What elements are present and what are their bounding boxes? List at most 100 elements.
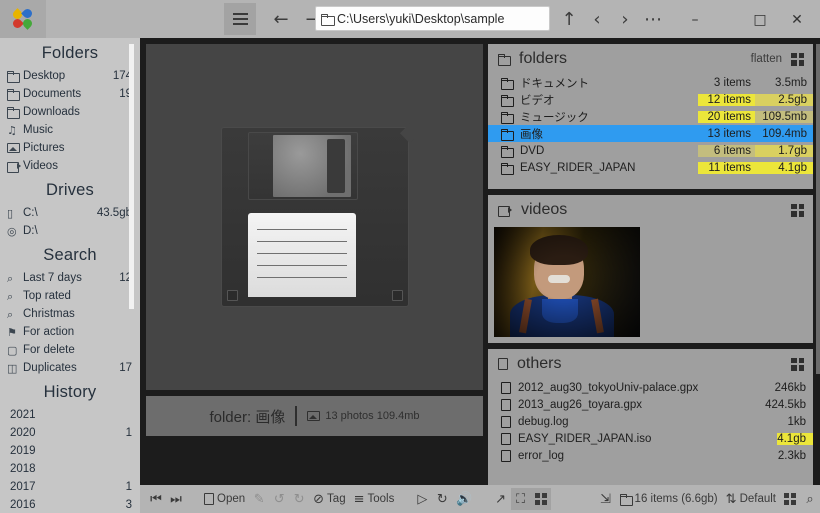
drive-icon: ▯ (7, 206, 14, 220)
play-button[interactable]: ▷ (412, 488, 432, 510)
pictures-icon (7, 143, 20, 153)
sidebar-folder-item[interactable]: Videos (0, 157, 140, 175)
folders-row-list: ドキュメント 3 items 3.5mb ビデオ 12 items 2.5gb ミュージック… (488, 74, 813, 176)
layout-grid-icon[interactable] (780, 488, 800, 510)
tag-label: Tag (327, 493, 346, 505)
sidebar-history-item[interactable]: 2020 1 (0, 424, 140, 442)
sidebar-search-item[interactable]: ⚑ For action (0, 323, 140, 341)
grid-view-icon[interactable] (530, 488, 551, 510)
back-button[interactable]: ← (268, 8, 294, 32)
sidebar-folder-item[interactable]: ♫ Music (0, 121, 140, 139)
sidebar-drive-item[interactable]: ◎ D:\ (0, 222, 140, 240)
table-row[interactable]: DVD 6 items 1.7gb (488, 142, 813, 159)
panel-folders-title: folders (519, 50, 568, 67)
table-row[interactable]: ドキュメント 3 items 3.5mb (488, 74, 813, 91)
sidebar-item-label: Music (23, 124, 54, 136)
tag-button[interactable]: ⊘ Tag (309, 488, 349, 510)
sidebar-history-item[interactable]: 2017 1 (0, 478, 140, 496)
file-icon (501, 398, 511, 411)
search-icon: ⌕ (7, 271, 14, 285)
expand-icon[interactable]: ↗ (491, 488, 511, 510)
sidebar-item-label: Downloads (23, 106, 80, 118)
open-button[interactable]: Open (200, 488, 249, 510)
sidebar-history-item[interactable]: 2018 (0, 460, 140, 478)
table-row[interactable]: ビデオ 12 items 2.5gb (488, 91, 813, 108)
sidebar-scrollbar[interactable] (129, 44, 134, 309)
pencil-icon[interactable]: ✎ (249, 488, 269, 510)
flag-icon: ⚑ (7, 325, 17, 339)
file-name: error_log (518, 449, 565, 462)
grid-view-icon[interactable] (791, 52, 804, 66)
list-item[interactable]: 2012_aug30_tokyoUniv-palace.gpx 246kb (488, 379, 813, 396)
grid-view-icon[interactable] (791, 203, 804, 217)
sidebar-search-item[interactable]: ⌕ Top rated (0, 287, 140, 305)
divider (295, 406, 298, 426)
flatten-button[interactable]: flatten (751, 53, 782, 65)
sidebar-item-label: Documents (23, 88, 82, 100)
grid-view-icon[interactable] (791, 357, 804, 371)
address-bar[interactable]: C:\Users\yuki\Desktop\sample (315, 6, 550, 31)
folder-icon (7, 71, 20, 83)
preview-pane[interactable] (146, 44, 483, 390)
sidebar-folder-item[interactable]: Downloads (0, 103, 140, 121)
sidebar-history-item[interactable]: 2019 (0, 442, 140, 460)
rotate-left-icon[interactable]: ↺ (269, 488, 289, 510)
zoom-icon[interactable]: ⌕ (800, 488, 820, 510)
file-size: 246kb (774, 381, 806, 394)
folder-icon (7, 107, 20, 119)
sidebar-search-item[interactable]: ⌕ Last 7 days 12 (0, 269, 140, 287)
address-path-text: C:\Users\yuki\Desktop\sample (337, 11, 505, 26)
sidebar-heading-folders: Folders (41, 44, 99, 62)
export-icon[interactable]: ⇲ (596, 488, 616, 510)
list-item[interactable]: debug.log 1kb (488, 413, 813, 430)
sort-button[interactable]: ⇅ Default (722, 488, 780, 510)
table-row[interactable]: ミュージック 20 items 109.5mb (488, 108, 813, 125)
sidebar-search-item[interactable]: ⌕ Christmas (0, 305, 140, 323)
folder-icon (501, 128, 514, 141)
list-item[interactable]: EASY_RIDER_JAPAN.iso 4.1gb (488, 430, 813, 447)
rotate-right-icon[interactable]: ↻ (289, 488, 309, 510)
file-icon (501, 449, 511, 462)
video-thumbnail[interactable] (494, 227, 640, 337)
file-size: 4.1gb (777, 432, 813, 445)
first-item-button[interactable]: ⏮ (146, 488, 166, 510)
trash-icon: ▢ (7, 343, 18, 357)
sidebar-folder-item[interactable]: Documents 19 (0, 85, 140, 103)
fit-screen-icon[interactable]: ⛶ (510, 488, 531, 510)
tools-label: Tools (367, 493, 395, 505)
sidebar-search-item[interactable]: ▢ For delete (0, 341, 140, 359)
table-row[interactable]: 画像 13 items 109.4mb (488, 125, 813, 142)
others-row-list: 2012_aug30_tokyoUniv-palace.gpx 246kb 2013… (488, 379, 813, 464)
volume-button[interactable]: 🔊 (452, 488, 476, 510)
table-row[interactable]: EASY_RIDER_JAPAN 11 items 4.1gb (488, 159, 813, 176)
sidebar-history-item[interactable]: 2016 3 (0, 496, 140, 513)
sidebar-search-item[interactable]: ◫ Duplicates 17 (0, 359, 140, 377)
sidebar-item-count: 17 (119, 362, 132, 374)
panel-scrollbar[interactable] (816, 44, 820, 374)
sidebar-drive-item[interactable]: ▯ C:\ 43.5gb (0, 204, 140, 222)
up-button[interactable]: ↑ (556, 8, 582, 32)
list-item[interactable]: 2013_aug26_toyara.gpx 424.5kb (488, 396, 813, 413)
minimize-button[interactable]: – (680, 8, 710, 32)
next-button[interactable]: › (612, 8, 638, 32)
prev-button[interactable]: ‹ (584, 8, 610, 32)
list-item[interactable]: error_log 2.3kb (488, 447, 813, 464)
folder-name: ミュージック (520, 111, 589, 124)
close-button[interactable]: ✕ (782, 8, 812, 32)
folder-item-count: 6 items (698, 144, 755, 157)
more-options-button[interactable]: ⋯ (640, 8, 666, 32)
sidebar-item-count: 3 (125, 499, 132, 511)
loop-button[interactable]: ↻ (432, 488, 452, 510)
maximize-button[interactable]: □ (745, 8, 775, 32)
folder-size: 1.7gb (755, 144, 813, 157)
pictures-icon (307, 411, 321, 421)
sidebar-folder-item[interactable]: Desktop 174 (0, 67, 140, 85)
sidebar-history-item[interactable]: 2021 (0, 406, 140, 424)
bottom-toolbar: ⏮ ⏭ Open ✎ ↺ ↻ ⊘ Tag ≡ Tools ▷ ↻ 🔊 ↗ ⛶ ⇲… (140, 485, 820, 513)
last-item-button[interactable]: ⏭ (166, 488, 186, 510)
hamburger-icon[interactable] (224, 3, 256, 35)
folder-item-count: 12 items (698, 93, 755, 106)
folder-name: ビデオ (520, 94, 555, 107)
sidebar-folder-item[interactable]: Pictures (0, 139, 140, 157)
tools-button[interactable]: ≡ Tools (350, 488, 399, 510)
